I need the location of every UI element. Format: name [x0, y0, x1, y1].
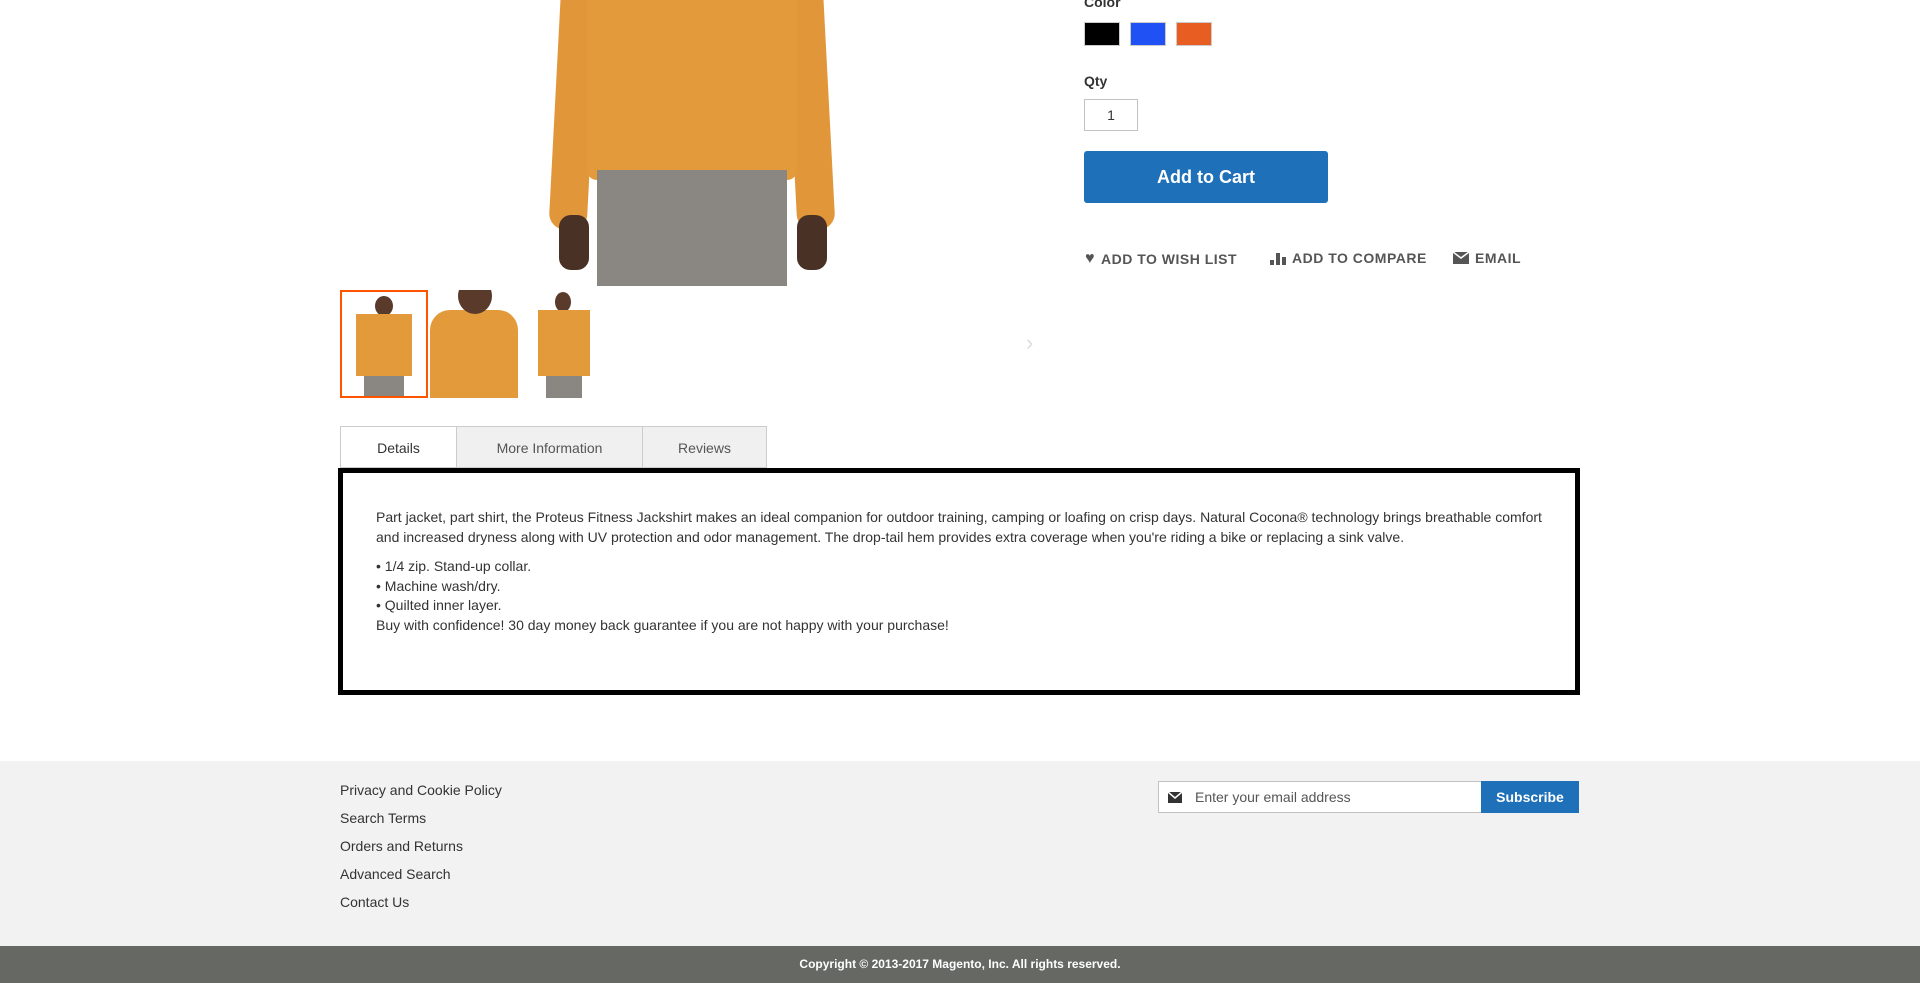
thumbnail-front[interactable] [340, 290, 428, 398]
swatch-orange[interactable] [1176, 22, 1212, 46]
envelope-icon [1453, 252, 1469, 264]
footer [0, 761, 1920, 946]
thumbnail-closeup[interactable] [430, 290, 518, 398]
swatch-blue[interactable] [1130, 22, 1166, 46]
add-to-wishlist-link[interactable]: ♥ ADD TO WISH LIST [1085, 250, 1237, 268]
compare-icon [1270, 253, 1286, 265]
main-product-image[interactable] [547, 0, 837, 286]
wishlist-label: ADD TO WISH LIST [1101, 251, 1238, 267]
subscribe-button[interactable]: Subscribe [1481, 781, 1579, 813]
details-bullet: • Quilted inner layer. [376, 597, 502, 613]
image-shorts [597, 170, 787, 286]
envelope-icon [1168, 792, 1182, 803]
add-to-compare-link[interactable]: ADD TO COMPARE [1270, 250, 1427, 266]
newsletter-placeholder: Enter your email address [1195, 789, 1351, 805]
qty-input[interactable]: 1 [1084, 99, 1138, 131]
add-to-cart-button[interactable]: Add to Cart [1084, 151, 1328, 203]
details-bullet: • 1/4 zip. Stand-up collar. [376, 558, 532, 574]
details-panel: Part jacket, part shirt, the Proteus Fit… [338, 468, 1580, 695]
email-link[interactable]: EMAIL [1453, 250, 1521, 266]
image-hand-right [797, 215, 827, 270]
details-bullet: • Machine wash/dry. [376, 577, 501, 594]
details-description: Part jacket, part shirt, the Proteus Fit… [376, 509, 1542, 545]
heart-icon: ♥ [1085, 250, 1095, 267]
footer-link-advanced-search[interactable]: Advanced Search [340, 866, 451, 882]
copyright: Copyright © 2013-2017 Magento, Inc. All … [0, 946, 1920, 983]
color-label: Color [1084, 0, 1121, 10]
tab-reviews[interactable]: Reviews [642, 426, 767, 468]
details-guarantee: Buy with confidence! 30 day money back g… [376, 616, 949, 633]
gallery-next-arrow[interactable]: › [1026, 330, 1033, 356]
thumbnail-back[interactable] [520, 290, 608, 398]
qty-label: Qty [1084, 73, 1108, 89]
footer-link-contact[interactable]: Contact Us [340, 894, 409, 910]
footer-link-orders-returns[interactable]: Orders and Returns [340, 838, 463, 854]
footer-link-privacy[interactable]: Privacy and Cookie Policy [340, 782, 502, 798]
swatch-black[interactable] [1084, 22, 1120, 46]
footer-link-search-terms[interactable]: Search Terms [340, 810, 426, 826]
tab-more-information[interactable]: More Information [456, 426, 643, 468]
image-shirt [587, 0, 797, 180]
tab-details[interactable]: Details [340, 426, 457, 468]
email-label: EMAIL [1475, 250, 1522, 266]
compare-label: ADD TO COMPARE [1292, 250, 1427, 266]
newsletter-email-input[interactable]: Enter your email address [1158, 781, 1482, 813]
image-hand-left [559, 215, 589, 270]
